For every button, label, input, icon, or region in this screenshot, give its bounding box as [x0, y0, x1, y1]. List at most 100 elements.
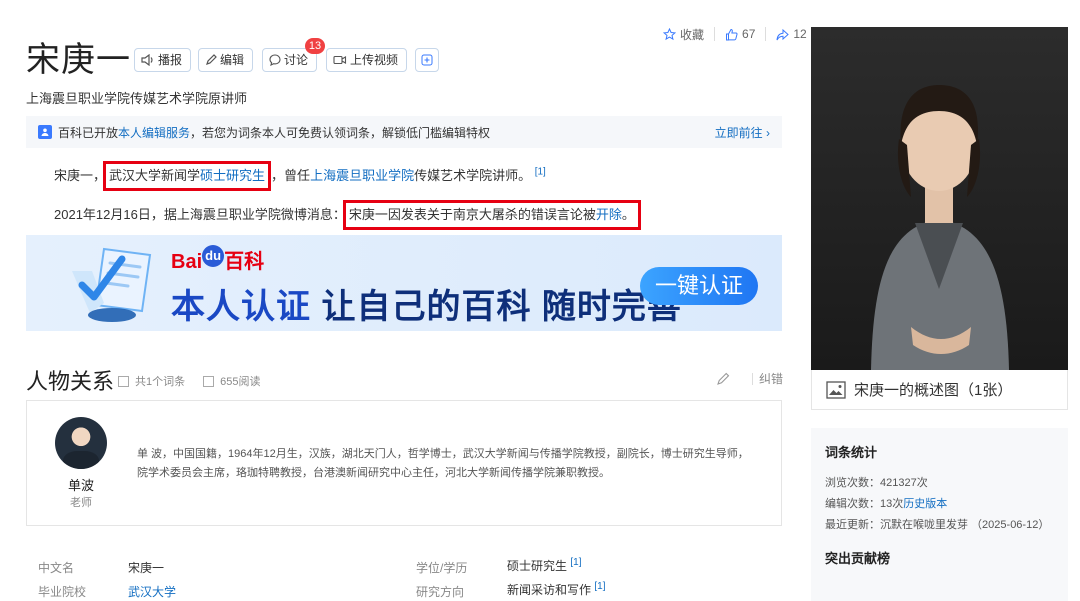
user-badge-icon	[38, 125, 52, 139]
reference-link[interactable]: [1]	[535, 167, 546, 178]
video-camera-icon	[333, 55, 347, 65]
p1-text-a: 宋庚一，	[54, 168, 107, 183]
relation-person-name[interactable]: 单波	[55, 475, 107, 494]
divider	[752, 372, 753, 385]
divider	[765, 27, 767, 41]
relation-card[interactable]: 单波 老师 单 波，中国国籍，1964年12月生，汉族，湖北天门人，哲学博士，武…	[26, 400, 782, 526]
star-icon[interactable]	[663, 27, 676, 41]
share-count: 12	[793, 27, 807, 41]
edit-count: 编辑次数：13次历史版本	[825, 494, 1054, 515]
summary-paragraph-1: 宋庚一， 武汉大学新闻学硕士研究生 ，曾任上海震旦职业学院传媒艺术学院讲师。 [1]	[54, 161, 546, 191]
upload-video-button[interactable]: 上传视频	[326, 48, 408, 72]
reference-link[interactable]: [1]	[570, 557, 581, 568]
info-value-school: 武汉大学	[128, 583, 176, 600]
info-value: 宋庚一	[128, 561, 165, 575]
p2-text-c: 。	[621, 207, 635, 222]
dismissal-link[interactable]: 开除	[596, 207, 622, 222]
relation-person-role: 老师	[70, 497, 92, 509]
edit-count-text: 编辑次数：13次	[825, 498, 904, 510]
edit-label: 编辑	[220, 53, 245, 67]
info-row: 毕业院校	[38, 583, 86, 600]
p2-text-b: 宋庚一因发表关于南京大屠杀的错误言论被	[348, 207, 596, 222]
summary-photo[interactable]	[811, 27, 1068, 370]
speaker-icon	[141, 54, 153, 66]
reference-link[interactable]: [1]	[594, 581, 605, 592]
banner-slogan: 本人认证 让自己的百科 随时完善	[171, 279, 682, 328]
entries-icon	[118, 375, 129, 387]
image-gallery-icon	[826, 380, 846, 399]
info-value-research: 新闻采访和写作 [1]	[507, 581, 605, 598]
logo-paw: du	[202, 245, 225, 267]
info-key: 学位/学历	[416, 561, 468, 575]
logo-text-a: Bai	[171, 251, 203, 273]
top-contributors-title: 突出贡献榜	[825, 551, 891, 566]
info-value: 新闻采访和写作	[507, 583, 592, 597]
stats-title: 词条统计	[825, 445, 878, 460]
info-value-degree: 硕士研究生 [1]	[507, 557, 581, 574]
page-title: 宋庚一	[26, 41, 131, 79]
entry-statistics-panel: 词条统计 浏览次数：421327次 编辑次数：13次历史版本 最近更新：沉默在喉…	[811, 428, 1068, 601]
chevron-right-icon: ›	[766, 125, 770, 140]
info-key: 研究方向	[416, 585, 465, 599]
page-subtitle: 上海震旦职业学院传媒艺术学院原讲师	[26, 91, 248, 106]
chat-bubble-icon	[269, 54, 281, 66]
summary-paragraph-2: 2021年12月16日，据上海震旦职业学院微博消息： 宋庚一因发表关于南京大屠杀的…	[54, 200, 641, 230]
slogan-b: 让自己的百科 随时完善	[321, 288, 682, 326]
history-versions-link[interactable]: 历史版本	[903, 498, 947, 510]
info-value-chinese-name: 宋庚一	[128, 559, 164, 576]
photo-caption-text: 宋庚一的概述图（1张）	[854, 382, 1013, 399]
divider	[714, 27, 716, 41]
p1-text-c: ，曾任	[271, 168, 311, 183]
discuss-count-badge: 13	[305, 38, 325, 54]
p1-text-d: 传媒艺术学院讲师。	[414, 168, 532, 183]
edit-button[interactable]: 编辑	[198, 48, 254, 72]
favorite-label[interactable]: 收藏	[680, 26, 704, 43]
notice-text-a: 百科已开放	[58, 125, 119, 140]
go-now-label: 立即前往	[714, 125, 763, 140]
slogan-a: 本人认证	[171, 288, 322, 326]
p2-text-a: 2021年12月16日，据上海震旦职业学院微博消息：	[54, 207, 346, 222]
logo-text-b: 百科	[224, 251, 265, 273]
p1-text-b: 武汉大学新闻学	[109, 168, 201, 183]
self-edit-service-link[interactable]: 本人编辑服务	[118, 124, 190, 141]
info-key: 毕业院校	[38, 585, 87, 599]
thumbs-up-icon[interactable]	[725, 28, 738, 41]
view-count: 浏览次数：421327次	[825, 477, 928, 489]
correct-error-link[interactable]: 纠错	[716, 370, 783, 387]
info-row: 研究方向	[416, 583, 464, 600]
discuss-label: 讨论	[284, 53, 309, 67]
reads-icon	[203, 375, 215, 387]
like-count: 67	[742, 27, 756, 41]
edit-service-notice: 百科已开放 本人编辑服务 ，若您为词条本人可免费认领词条，解锁低门槛编辑特权 立…	[26, 116, 782, 148]
portrait-illustration	[871, 85, 1009, 370]
self-certification-banner[interactable]: Bai du 百科 本人认证 让自己的百科 随时完善 一键认证	[26, 235, 782, 331]
highlight-box-degree: 武汉大学新闻学硕士研究生	[103, 161, 272, 191]
upload-label: 上传视频	[350, 53, 399, 67]
info-row: 学位/学历	[416, 559, 467, 576]
certificate-illustration-icon	[72, 247, 152, 322]
correct-label: 纠错	[759, 372, 784, 386]
last-updated: 最近更新：沉默在喉咙里发芽 （2025-06-12）	[825, 519, 1050, 531]
relation-person-description: 单 波，中国国籍，1964年12月生，汉族，湖北天门人，哲学博士，武汉大学新闻与…	[137, 448, 749, 479]
baidu-baike-logo: Bai du 百科	[171, 245, 264, 274]
play-label: 播报	[158, 53, 183, 67]
masters-degree-link[interactable]: 硕士研究生	[200, 168, 265, 183]
photo-caption[interactable]: 宋庚一的概述图（1张）	[811, 370, 1068, 410]
one-click-certify-button[interactable]: 一键认证	[640, 267, 758, 305]
shanghai-zhendan-college-link[interactable]: 上海震旦职业学院	[310, 168, 414, 183]
pencil-icon	[206, 54, 217, 65]
notice-text-b: ，若您为词条本人可免费认领词条，解锁低门槛编辑特权	[190, 125, 491, 140]
go-now-link[interactable]: 立即前往 ›	[715, 124, 770, 141]
pencil-icon	[717, 372, 730, 385]
wuhan-university-link[interactable]: 武汉大学	[128, 585, 176, 599]
add-button[interactable]	[415, 48, 439, 72]
info-key: 中文名	[38, 561, 75, 575]
play-button[interactable]: 播报	[134, 48, 192, 72]
info-value: 硕士研究生	[507, 559, 568, 573]
share-icon[interactable]	[776, 28, 790, 41]
highlight-box-dismissal: 宋庚一因发表关于南京大屠杀的错误言论被开除。	[342, 200, 641, 230]
entries-count: 共1个词条	[135, 376, 186, 388]
plus-icon	[421, 54, 433, 66]
relations-section-title: 人物关系	[26, 369, 115, 394]
avatar[interactable]	[55, 417, 107, 469]
